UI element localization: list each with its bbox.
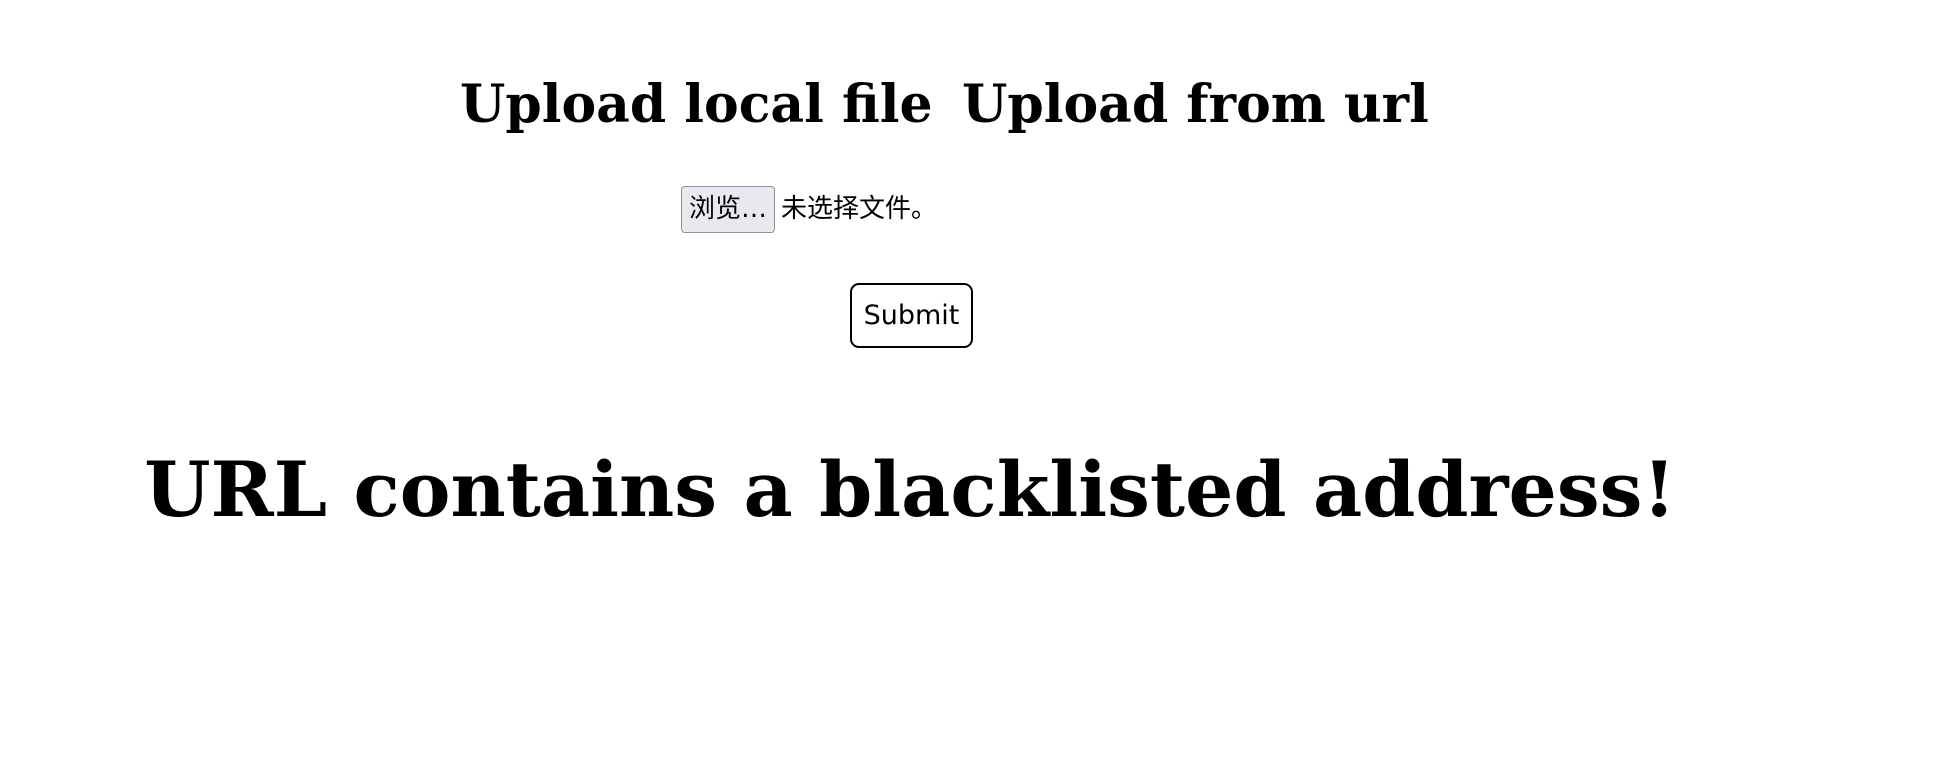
tab-upload-local-file[interactable]: Upload local file [460, 68, 933, 142]
file-input[interactable]: 浏览… 未选择文件。 [681, 185, 937, 233]
browse-button[interactable]: 浏览… [681, 185, 776, 233]
error-message: URL contains a blacklisted address! [144, 445, 1676, 534]
submit-button[interactable]: Submit [850, 283, 973, 348]
file-status-label: 未选择文件。 [781, 193, 938, 224]
upload-page: Upload local file Upload from url 浏览… 未选… [0, 0, 1945, 774]
upload-tabs: Upload local file Upload from url [0, 68, 1945, 142]
tab-upload-from-url[interactable]: Upload from url [962, 68, 1429, 142]
